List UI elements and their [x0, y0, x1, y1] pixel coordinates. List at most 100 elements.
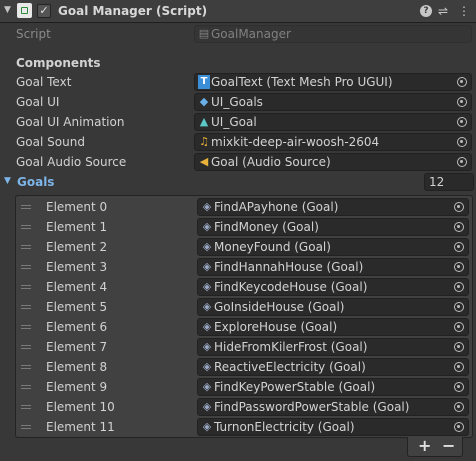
presets-icon[interactable]: ⇌	[438, 4, 448, 18]
element-field[interactable]: ◈ FindKeycodeHouse (Goal)	[197, 278, 469, 296]
object-picker-icon[interactable]	[454, 402, 464, 412]
script-component-icon: ◈	[202, 380, 212, 393]
element-label: Element 11	[46, 420, 115, 434]
goal-text-label: Goal Text	[16, 75, 72, 89]
object-picker-icon[interactable]	[454, 322, 464, 332]
drag-handle-icon[interactable]	[21, 225, 31, 229]
element-value: FindPasswordPowerStable (Goal)	[214, 400, 410, 414]
context-menu-icon[interactable]: ⋮	[458, 4, 470, 18]
drag-handle-icon[interactable]	[21, 405, 31, 409]
list-item[interactable]: Element 2 ◈ MoneyFound (Goal)	[16, 237, 472, 257]
goal-text-field[interactable]: T GoalText (Text Mesh Pro UGUI)	[194, 73, 472, 91]
element-value: FindHannahHouse (Goal)	[214, 260, 364, 274]
element-label: Element 3	[46, 260, 108, 274]
goal-audio-source-value: Goal (Audio Source)	[211, 155, 331, 169]
help-icon[interactable]: ?	[420, 5, 432, 17]
drag-handle-icon[interactable]	[21, 205, 31, 209]
goals-count-field[interactable]: 12	[424, 173, 474, 191]
object-picker-icon[interactable]	[457, 77, 467, 87]
goal-text-value: GoalText (Text Mesh Pro UGUI)	[211, 75, 393, 89]
drag-handle-icon[interactable]	[21, 265, 31, 269]
script-field: ▤ GoalManager	[194, 25, 472, 43]
script-value: GoalManager	[211, 27, 291, 41]
element-field[interactable]: ◈ FindMoney (Goal)	[197, 218, 469, 236]
drag-handle-icon[interactable]	[21, 345, 31, 349]
object-picker-icon[interactable]	[454, 262, 464, 272]
list-item[interactable]: Element 9 ◈ FindKeyPowerStable (Goal)	[16, 377, 472, 397]
object-picker-icon[interactable]	[454, 302, 464, 312]
script-component-icon: ◈	[202, 200, 212, 213]
goals-label[interactable]: Goals	[17, 175, 54, 189]
object-picker-icon[interactable]	[454, 242, 464, 252]
goal-audio-source-field[interactable]: ◀ Goal (Audio Source)	[194, 153, 472, 171]
script-component-icon: ◈	[202, 340, 212, 353]
object-picker-icon[interactable]	[457, 137, 467, 147]
list-item[interactable]: Element 6 ◈ ExploreHouse (Goal)	[16, 317, 472, 337]
list-item[interactable]: Element 1 ◈ FindMoney (Goal)	[16, 217, 472, 237]
object-picker-icon[interactable]	[454, 282, 464, 292]
object-picker-icon[interactable]	[454, 222, 464, 232]
element-field[interactable]: ◈ FindAPayhone (Goal)	[197, 198, 469, 216]
animation-icon: ▲	[199, 115, 209, 128]
component-title: Goal Manager (Script)	[58, 4, 208, 18]
object-picker-icon[interactable]	[454, 422, 464, 432]
element-field[interactable]: ◈ TurnonElectricity (Goal)	[197, 418, 469, 436]
element-field[interactable]: ◈ MoneyFound (Goal)	[197, 238, 469, 256]
element-label: Element 9	[46, 380, 108, 394]
component-header[interactable]: ▼ ✓ Goal Manager (Script) ? ⇌ ⋮	[0, 0, 476, 23]
goal-ui-field[interactable]: ◆ UI_Goals	[194, 93, 472, 111]
script-component-icon: ◈	[202, 280, 212, 293]
element-value: TurnonElectricity (Goal)	[214, 420, 355, 434]
element-field[interactable]: ◈ ReactiveElectricity (Goal)	[197, 358, 469, 376]
list-footer: + −	[407, 437, 463, 457]
goal-ui-animation-field[interactable]: ▲ UI_Goal	[194, 113, 472, 131]
list-item[interactable]: Element 7 ◈ HideFromKilerFrost (Goal)	[16, 337, 472, 357]
element-label: Element 0	[46, 200, 108, 214]
list-item[interactable]: Element 8 ◈ ReactiveElectricity (Goal)	[16, 357, 472, 377]
drag-handle-icon[interactable]	[21, 285, 31, 289]
remove-element-button[interactable]: −	[442, 437, 455, 455]
object-picker-icon[interactable]	[457, 117, 467, 127]
element-field[interactable]: ◈ HideFromKilerFrost (Goal)	[197, 338, 469, 356]
goals-foldout-icon[interactable]: ▼	[4, 176, 11, 186]
element-value: ReactiveElectricity (Goal)	[214, 360, 366, 374]
element-field[interactable]: ◈ GoInsideHouse (Goal)	[197, 298, 469, 316]
object-picker-icon[interactable]	[457, 97, 467, 107]
element-field[interactable]: ◈ ExploreHouse (Goal)	[197, 318, 469, 336]
cube-icon: ◆	[199, 95, 209, 108]
drag-handle-icon[interactable]	[21, 385, 31, 389]
goal-ui-value: UI_Goals	[211, 95, 263, 109]
goal-sound-field[interactable]: ♫ mixkit-deep-air-woosh-2604	[194, 133, 472, 151]
list-item[interactable]: Element 11 ◈ TurnonElectricity (Goal)	[16, 417, 472, 437]
script-component-icon: ◈	[202, 260, 212, 273]
object-picker-icon[interactable]	[454, 342, 464, 352]
drag-handle-icon[interactable]	[21, 325, 31, 329]
list-item[interactable]: Element 4 ◈ FindKeycodeHouse (Goal)	[16, 277, 472, 297]
script-component-icon: ◈	[202, 320, 212, 333]
list-item[interactable]: Element 10 ◈ FindPasswordPowerStable (Go…	[16, 397, 472, 417]
list-item[interactable]: Element 3 ◈ FindHannahHouse (Goal)	[16, 257, 472, 277]
script-component-icon: ◈	[202, 300, 212, 313]
element-field[interactable]: ◈ FindHannahHouse (Goal)	[197, 258, 469, 276]
drag-handle-icon[interactable]	[21, 305, 31, 309]
object-picker-icon[interactable]	[454, 202, 464, 212]
goal-sound-label: Goal Sound	[16, 135, 85, 149]
script-component-icon: ◈	[202, 360, 212, 373]
list-item[interactable]: Element 0 ◈ FindAPayhone (Goal)	[16, 197, 472, 217]
list-item[interactable]: Element 5 ◈ GoInsideHouse (Goal)	[16, 297, 472, 317]
foldout-arrow-icon[interactable]: ▼	[4, 5, 11, 15]
script-label: Script	[16, 27, 51, 41]
drag-handle-icon[interactable]	[21, 425, 31, 429]
goals-header[interactable]: ▼ Goals 12	[0, 172, 476, 192]
element-field[interactable]: ◈ FindKeyPowerStable (Goal)	[197, 378, 469, 396]
add-element-button[interactable]: +	[418, 437, 431, 455]
element-field[interactable]: ◈ FindPasswordPowerStable (Goal)	[197, 398, 469, 416]
drag-handle-icon[interactable]	[21, 245, 31, 249]
drag-handle-icon[interactable]	[21, 365, 31, 369]
element-value: ExploreHouse (Goal)	[214, 320, 338, 334]
object-picker-icon[interactable]	[457, 157, 467, 167]
object-picker-icon[interactable]	[454, 362, 464, 372]
enabled-checkbox[interactable]: ✓	[37, 4, 51, 18]
object-picker-icon[interactable]	[454, 382, 464, 392]
goal-ui-label: Goal UI	[16, 95, 60, 109]
